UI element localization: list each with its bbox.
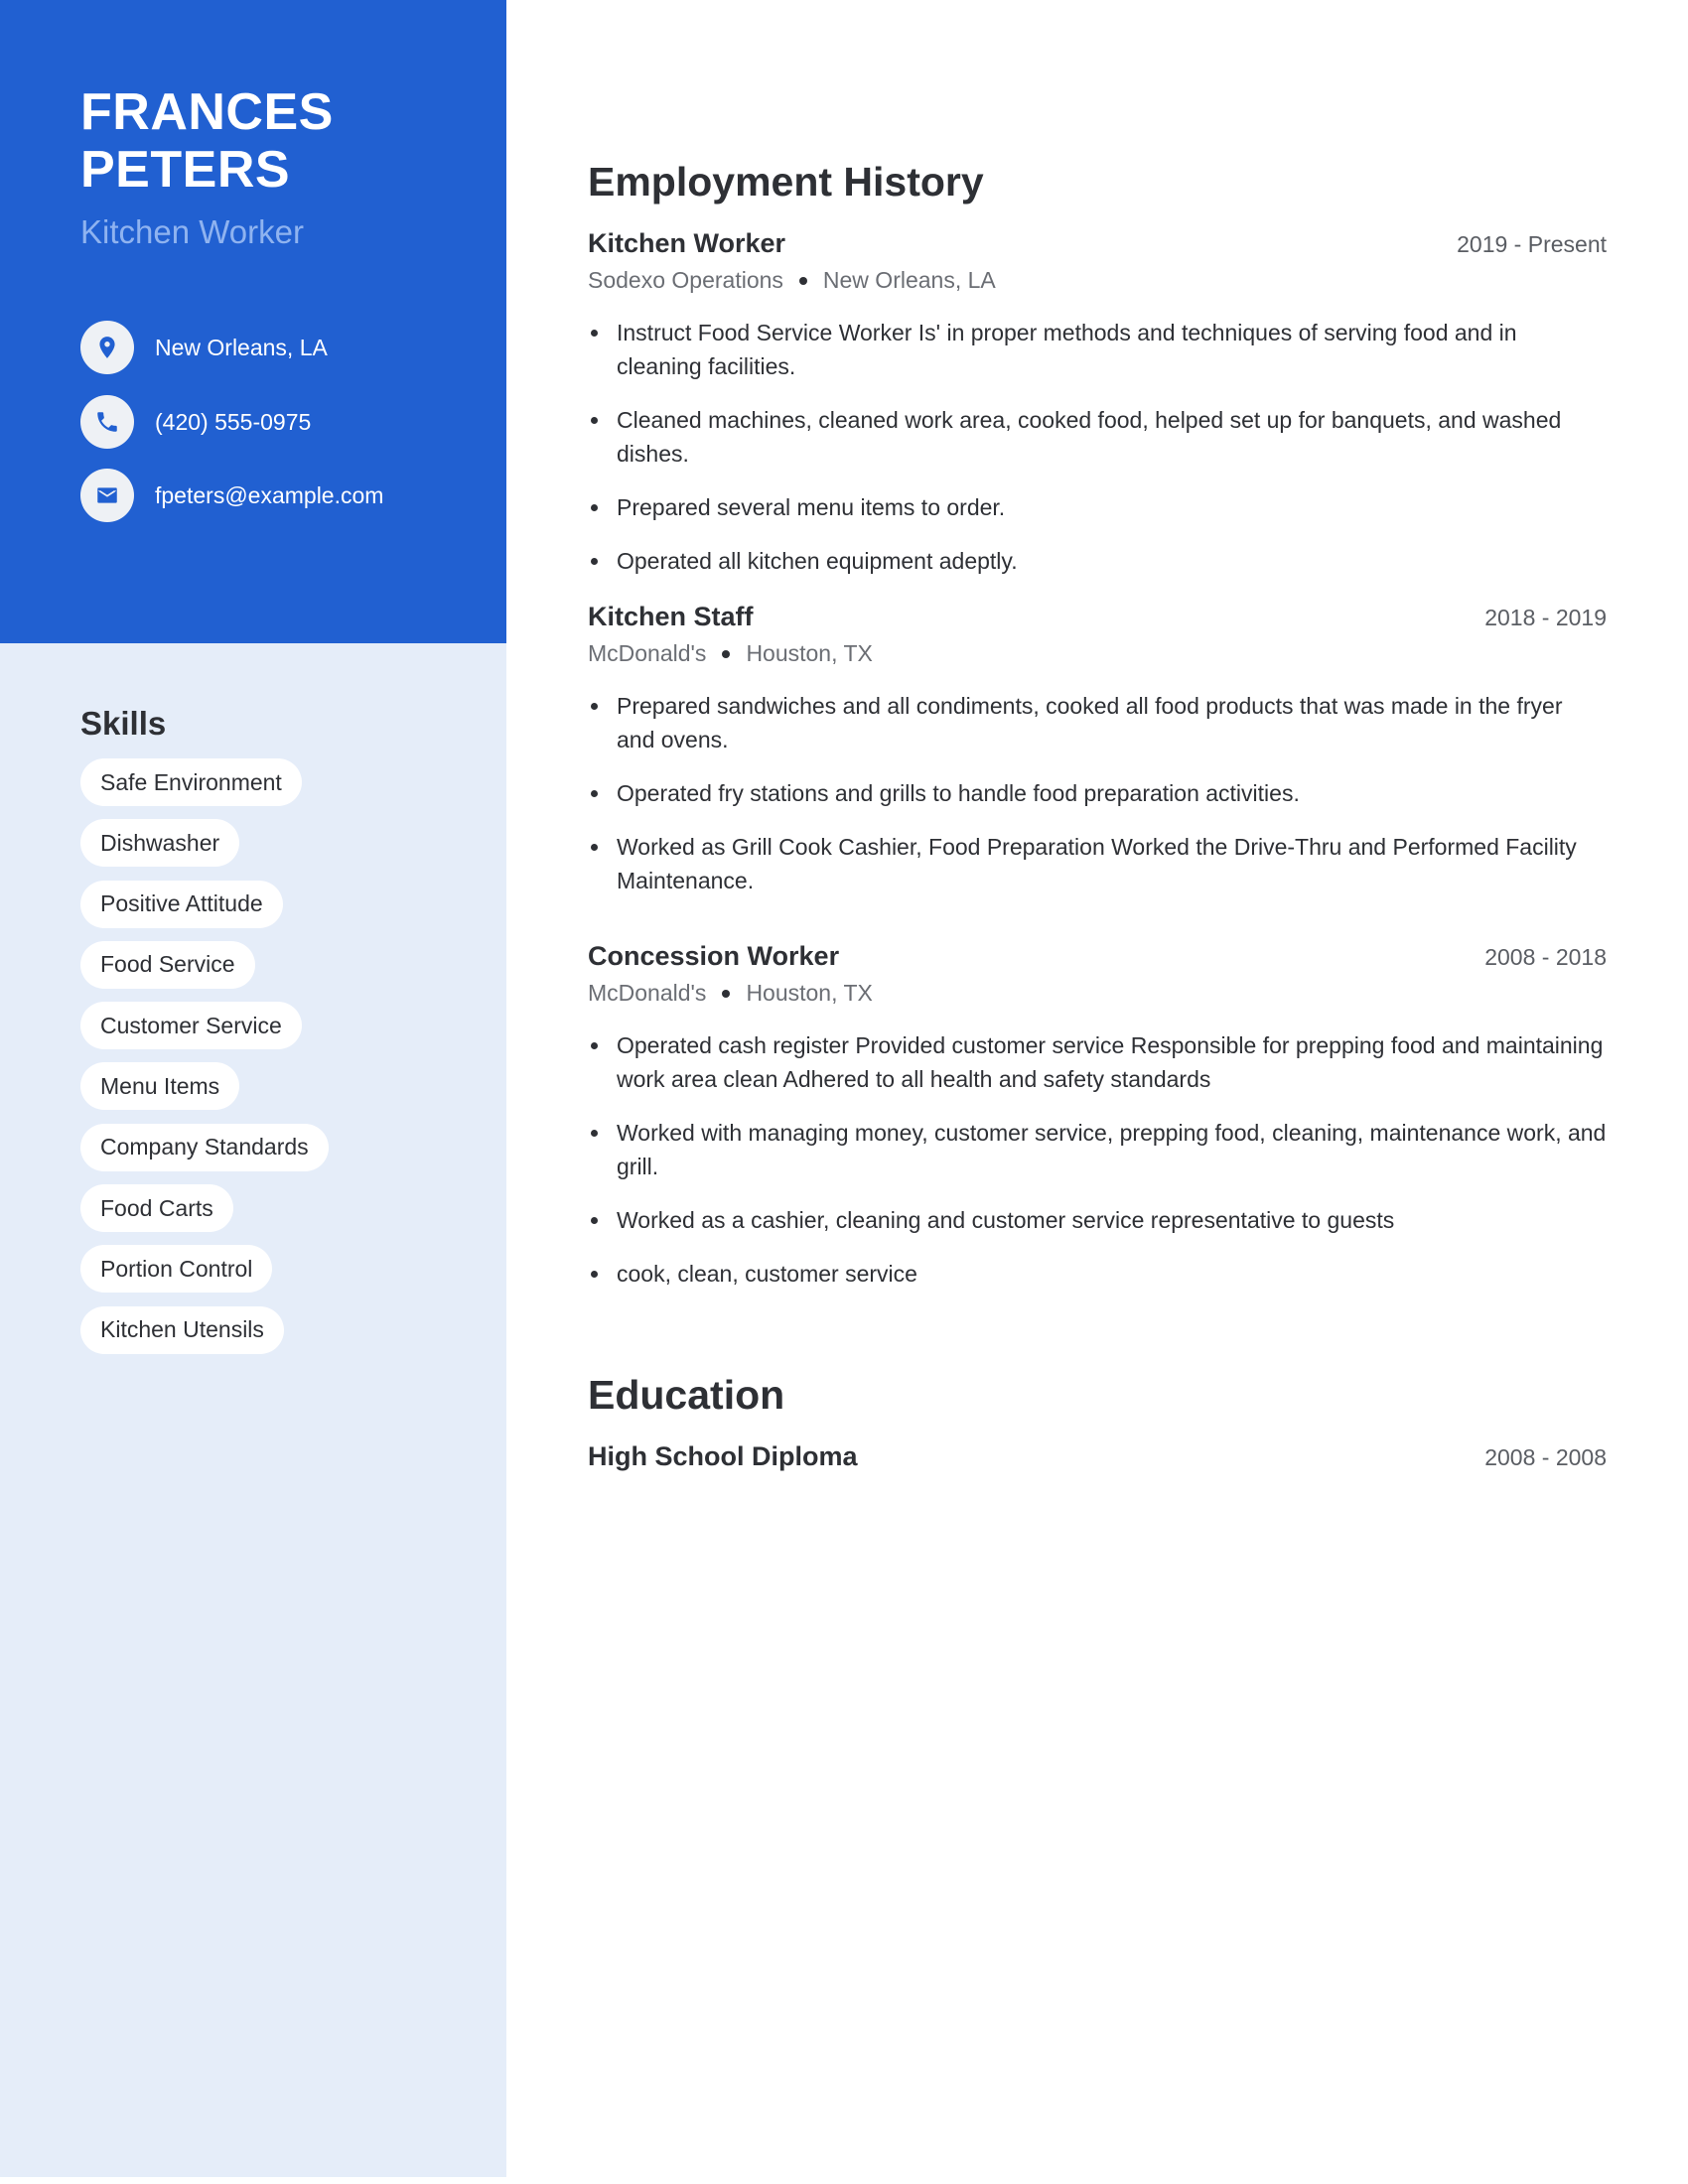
candidate-name: FRANCES PETERS xyxy=(80,83,334,199)
job-company: Sodexo Operations xyxy=(588,267,783,293)
phone-icon xyxy=(80,395,134,449)
degree: High School Diploma xyxy=(588,1441,858,1471)
job-company: McDonald's xyxy=(588,980,707,1006)
job-title: Kitchen Worker xyxy=(80,213,304,250)
skills-heading: Skills xyxy=(80,705,167,742)
skill-chip: Dishwasher xyxy=(80,819,240,868)
skill-chip: Safe Environment xyxy=(80,758,302,806)
job-location: New Orleans, LA xyxy=(822,267,996,293)
bullet-item: cook, clean, customer service xyxy=(588,1257,1607,1291)
skill-chip: Customer Service xyxy=(80,1002,302,1050)
location-pin-icon xyxy=(80,321,134,374)
job-dates: 2018 - 2019 xyxy=(1484,605,1607,630)
employment-history-heading: Employment History xyxy=(588,159,984,205)
bullet-item: Operated cash register Provided customer… xyxy=(588,1028,1607,1096)
phone-text: (420) 555-0975 xyxy=(155,408,312,435)
bullet-item: Prepared sandwiches and all condiments, … xyxy=(588,689,1607,756)
job-dates: 2019 - Present xyxy=(1457,231,1607,257)
job-position: Kitchen Staff xyxy=(588,602,754,631)
job-bullets: Instruct Food Service Worker Is' in prop… xyxy=(588,316,1607,578)
location-text: New Orleans, LA xyxy=(155,334,328,360)
contact-phone: (420) 555-0975 xyxy=(80,395,497,449)
job-entry: Kitchen Staff 2018 - 2019 McDonald's Hou… xyxy=(588,602,1607,917)
sidebar: FRANCES PETERS Kitchen Worker New Orlean… xyxy=(0,0,506,2177)
skill-chip: Company Standards xyxy=(80,1123,329,1171)
bullet-item: Operated all kitchen equipment adeptly. xyxy=(588,544,1607,578)
separator-dot xyxy=(798,276,807,285)
education-entry: High School Diploma 2008 - 2008 xyxy=(588,1441,1607,1472)
last-name: PETERS xyxy=(80,141,291,199)
job-meta: Sodexo Operations New Orleans, LA xyxy=(588,267,1607,294)
bullet-item: Worked with managing money, customer ser… xyxy=(588,1116,1607,1183)
job-entry: Concession Worker 2008 - 2018 McDonald's… xyxy=(588,941,1607,1310)
profile-header: FRANCES PETERS Kitchen Worker New Orlean… xyxy=(0,0,506,643)
skill-chip: Food Carts xyxy=(80,1184,233,1233)
job-position: Concession Worker xyxy=(588,941,840,971)
job-location: Houston, TX xyxy=(746,980,873,1006)
bullet-item: Worked as Grill Cook Cashier, Food Prepa… xyxy=(588,830,1607,897)
bullet-item: Instruct Food Service Worker Is' in prop… xyxy=(588,316,1607,383)
education-heading: Education xyxy=(588,1372,785,1418)
education-dates: 2008 - 2008 xyxy=(1484,1444,1607,1470)
skill-chip: Food Service xyxy=(80,940,255,989)
bullet-item: Prepared several menu items to order. xyxy=(588,490,1607,524)
bullet-item: Operated fry stations and grills to hand… xyxy=(588,776,1607,810)
contact-location: New Orleans, LA xyxy=(80,321,497,374)
skill-chip: Positive Attitude xyxy=(80,880,283,928)
job-position: Kitchen Worker xyxy=(588,228,786,258)
first-name: FRANCES xyxy=(80,83,334,141)
job-bullets: Operated cash register Provided customer… xyxy=(588,1028,1607,1291)
separator-dot xyxy=(722,649,731,658)
skills-list: Safe Environment Dishwasher Positive Att… xyxy=(80,758,329,1367)
job-bullets: Prepared sandwiches and all condiments, … xyxy=(588,689,1607,897)
job-meta: McDonald's Houston, TX xyxy=(588,640,1607,667)
job-company: McDonald's xyxy=(588,640,707,666)
separator-dot xyxy=(722,989,731,998)
contact-email: fpeters@example.com xyxy=(80,469,497,522)
job-meta: McDonald's Houston, TX xyxy=(588,980,1607,1007)
email-text[interactable]: fpeters@example.com xyxy=(155,482,383,509)
job-dates: 2008 - 2018 xyxy=(1484,944,1607,970)
job-entry: Kitchen Worker 2019 - Present Sodexo Ope… xyxy=(588,228,1607,598)
bullet-item: Cleaned machines, cleaned work area, coo… xyxy=(588,403,1607,471)
skill-chip: Menu Items xyxy=(80,1062,240,1111)
job-location: Houston, TX xyxy=(746,640,873,666)
bullet-item: Worked as a cashier, cleaning and custom… xyxy=(588,1203,1607,1237)
envelope-icon xyxy=(80,469,134,522)
skill-chip: Kitchen Utensils xyxy=(80,1305,284,1354)
skill-chip: Portion Control xyxy=(80,1245,273,1294)
